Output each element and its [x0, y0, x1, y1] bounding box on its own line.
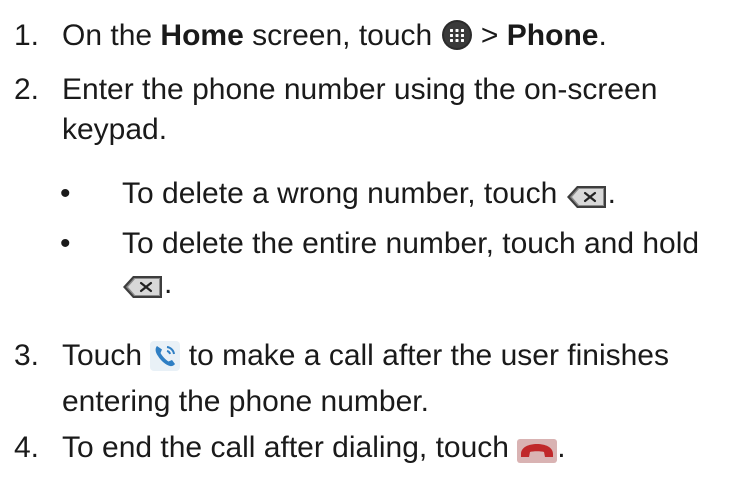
bullet-text: To delete a wrong number, touch . [122, 174, 740, 220]
step-4: 4. To end the call after dialing, touch … [14, 428, 734, 468]
home-label: Home [160, 19, 244, 52]
step-text: Enter the phone number using the on-scre… [62, 73, 658, 146]
backspace-icon [122, 270, 164, 310]
bullet-symbol: • [60, 227, 71, 260]
step-2: 2. Enter the phone number using the on-s… [14, 70, 734, 150]
step-number: 1. [14, 19, 40, 52]
bullet-symbol: • [60, 177, 71, 210]
phone-label: Phone [506, 19, 599, 52]
step-number: 4. [14, 431, 40, 464]
step-number: 3. [14, 339, 40, 372]
step-text: On the Home screen, touch > Phone. [62, 16, 734, 62]
phone-call-icon [150, 341, 181, 382]
end-call-icon [517, 434, 558, 474]
bullet-2: • To delete the entire number, touch and… [60, 224, 740, 304]
step-1: 1. On the Home screen, touch > Phone. [14, 16, 734, 56]
step-number: 2. [14, 73, 40, 106]
step-text: Touch to make a call after the user fini… [62, 339, 669, 418]
step-3: 3. Touch to make a call after the user f… [14, 336, 734, 418]
step-text: To end the call after dialing, touch . [62, 428, 734, 474]
bullet-text: To delete the entire number, touch and h… [122, 224, 740, 310]
bullet-1: • To delete a wrong number, touch . [60, 174, 740, 214]
apps-grid-icon [441, 19, 473, 62]
backspace-icon [566, 180, 608, 220]
